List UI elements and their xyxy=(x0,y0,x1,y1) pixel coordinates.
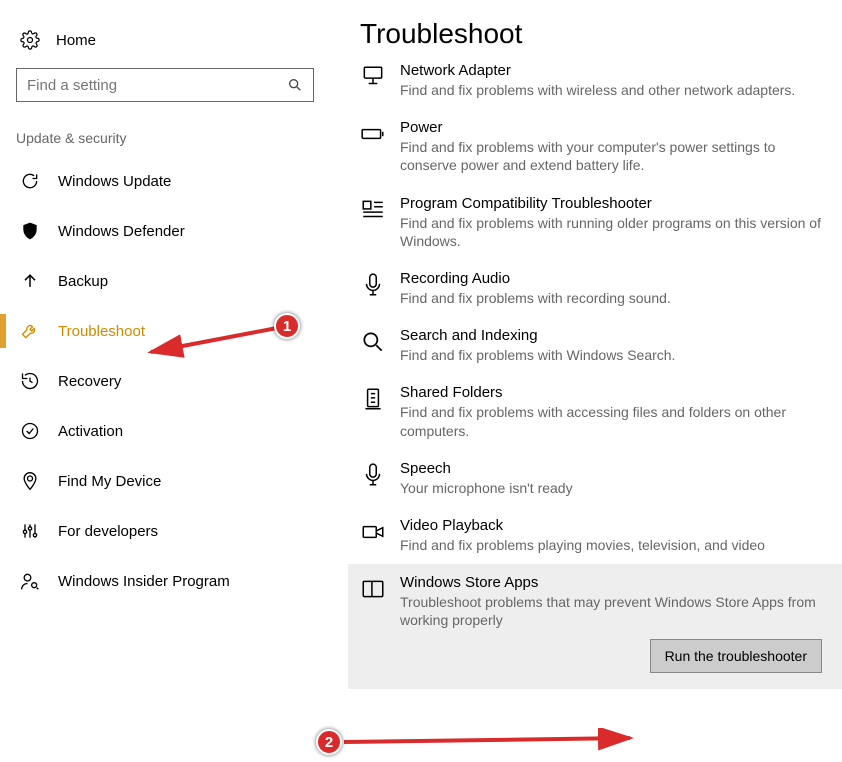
troubleshooter-desc: Find and fix problems with accessing fil… xyxy=(400,403,828,439)
sliders-icon xyxy=(20,521,40,541)
sidebar-nav: Windows Update Windows Defender Backup T… xyxy=(0,156,330,606)
check-circle-icon xyxy=(20,421,40,441)
troubleshooter-title: Recording Audio xyxy=(400,270,828,287)
sidebar-item-label: Windows Update xyxy=(58,173,171,190)
history-icon xyxy=(20,371,40,391)
troubleshooter-search-indexing[interactable]: Search and Indexing Find and fix problem… xyxy=(360,317,842,374)
troubleshooter-program-compat[interactable]: Program Compatibility Troubleshooter Fin… xyxy=(360,185,842,260)
troubleshooter-desc: Find and fix problems with Windows Searc… xyxy=(400,346,828,364)
troubleshooter-desc: Your microphone isn't ready xyxy=(400,479,828,497)
troubleshooter-windows-store-apps[interactable]: Windows Store Apps Troubleshoot problems… xyxy=(348,564,842,689)
sidebar: Home Update & security Windows Update Wi… xyxy=(0,0,330,606)
sidebar-item-recovery[interactable]: Recovery xyxy=(0,356,330,406)
troubleshooter-desc: Find and fix problems with running older… xyxy=(400,214,828,250)
troubleshooter-title: Network Adapter xyxy=(400,62,828,79)
magnifier-icon xyxy=(360,329,386,355)
annotation-arrow-2 xyxy=(340,728,640,752)
sidebar-item-label: Backup xyxy=(58,273,108,290)
troubleshooter-title: Power xyxy=(400,119,828,136)
troubleshooter-power[interactable]: Power Find and fix problems with your co… xyxy=(360,109,842,184)
troubleshooter-desc: Troubleshoot problems that may prevent W… xyxy=(400,593,828,629)
app-window-icon xyxy=(360,576,386,602)
sidebar-item-label: Recovery xyxy=(58,373,121,390)
wrench-icon xyxy=(20,321,40,341)
server-icon xyxy=(360,386,386,412)
shield-icon xyxy=(20,221,40,241)
troubleshooter-desc: Find and fix problems with your computer… xyxy=(400,138,828,174)
sidebar-item-label: Windows Insider Program xyxy=(58,573,230,590)
troubleshooter-desc: Find and fix problems with recording sou… xyxy=(400,289,828,307)
troubleshooter-recording-audio[interactable]: Recording Audio Find and fix problems wi… xyxy=(360,260,842,317)
settings-search[interactable] xyxy=(16,68,314,102)
sidebar-item-label: For developers xyxy=(58,523,158,540)
troubleshooter-title: Shared Folders xyxy=(400,384,828,401)
troubleshooter-list: Network Adapter Find and fix problems wi… xyxy=(360,62,842,689)
troubleshooter-title: Video Playback xyxy=(400,517,828,534)
gear-icon xyxy=(20,30,40,50)
upload-arrow-icon xyxy=(20,271,40,291)
sidebar-item-find-my-device[interactable]: Find My Device xyxy=(0,456,330,506)
home-label: Home xyxy=(56,32,96,49)
sidebar-item-windows-defender[interactable]: Windows Defender xyxy=(0,206,330,256)
home-link[interactable]: Home xyxy=(0,24,330,68)
troubleshooter-title: Speech xyxy=(400,460,828,477)
page-title: Troubleshoot xyxy=(360,18,842,50)
location-icon xyxy=(20,471,40,491)
troubleshooter-desc: Find and fix problems playing movies, te… xyxy=(400,536,828,554)
troubleshooter-speech[interactable]: Speech Your microphone isn't ready xyxy=(360,450,842,507)
annotation-marker-2: 2 xyxy=(316,729,342,755)
person-search-icon xyxy=(20,571,40,591)
search-icon xyxy=(287,77,303,93)
sidebar-item-label: Windows Defender xyxy=(58,223,185,240)
sidebar-item-windows-update[interactable]: Windows Update xyxy=(0,156,330,206)
sidebar-item-backup[interactable]: Backup xyxy=(0,256,330,306)
microphone-icon xyxy=(360,462,386,488)
sync-icon xyxy=(20,171,40,191)
sidebar-item-activation[interactable]: Activation xyxy=(0,406,330,456)
network-adapter-icon xyxy=(360,64,386,90)
troubleshooter-title: Search and Indexing xyxy=(400,327,828,344)
main-panel: Troubleshoot Network Adapter Find and fi… xyxy=(360,0,842,689)
search-input[interactable] xyxy=(27,77,287,94)
sidebar-item-label: Find My Device xyxy=(58,473,161,490)
sidebar-item-label: Troubleshoot xyxy=(58,323,145,340)
sidebar-item-windows-insider[interactable]: Windows Insider Program xyxy=(0,556,330,606)
annotation-marker-1: 1 xyxy=(274,313,300,339)
microphone-icon xyxy=(360,272,386,298)
troubleshooter-shared-folders[interactable]: Shared Folders Find and fix problems wit… xyxy=(360,374,842,449)
troubleshooter-desc: Find and fix problems with wireless and … xyxy=(400,81,828,99)
section-label: Update & security xyxy=(16,130,330,146)
troubleshooter-title: Windows Store Apps xyxy=(400,574,828,591)
video-camera-icon xyxy=(360,519,386,545)
sidebar-item-for-developers[interactable]: For developers xyxy=(0,506,330,556)
troubleshooter-network-adapter[interactable]: Network Adapter Find and fix problems wi… xyxy=(360,62,842,109)
troubleshooter-title: Program Compatibility Troubleshooter xyxy=(400,195,828,212)
battery-icon xyxy=(360,121,386,147)
list-icon xyxy=(360,197,386,223)
troubleshooter-video-playback[interactable]: Video Playback Find and fix problems pla… xyxy=(360,507,842,564)
run-troubleshooter-button[interactable]: Run the troubleshooter xyxy=(650,639,822,673)
sidebar-item-label: Activation xyxy=(58,423,123,440)
